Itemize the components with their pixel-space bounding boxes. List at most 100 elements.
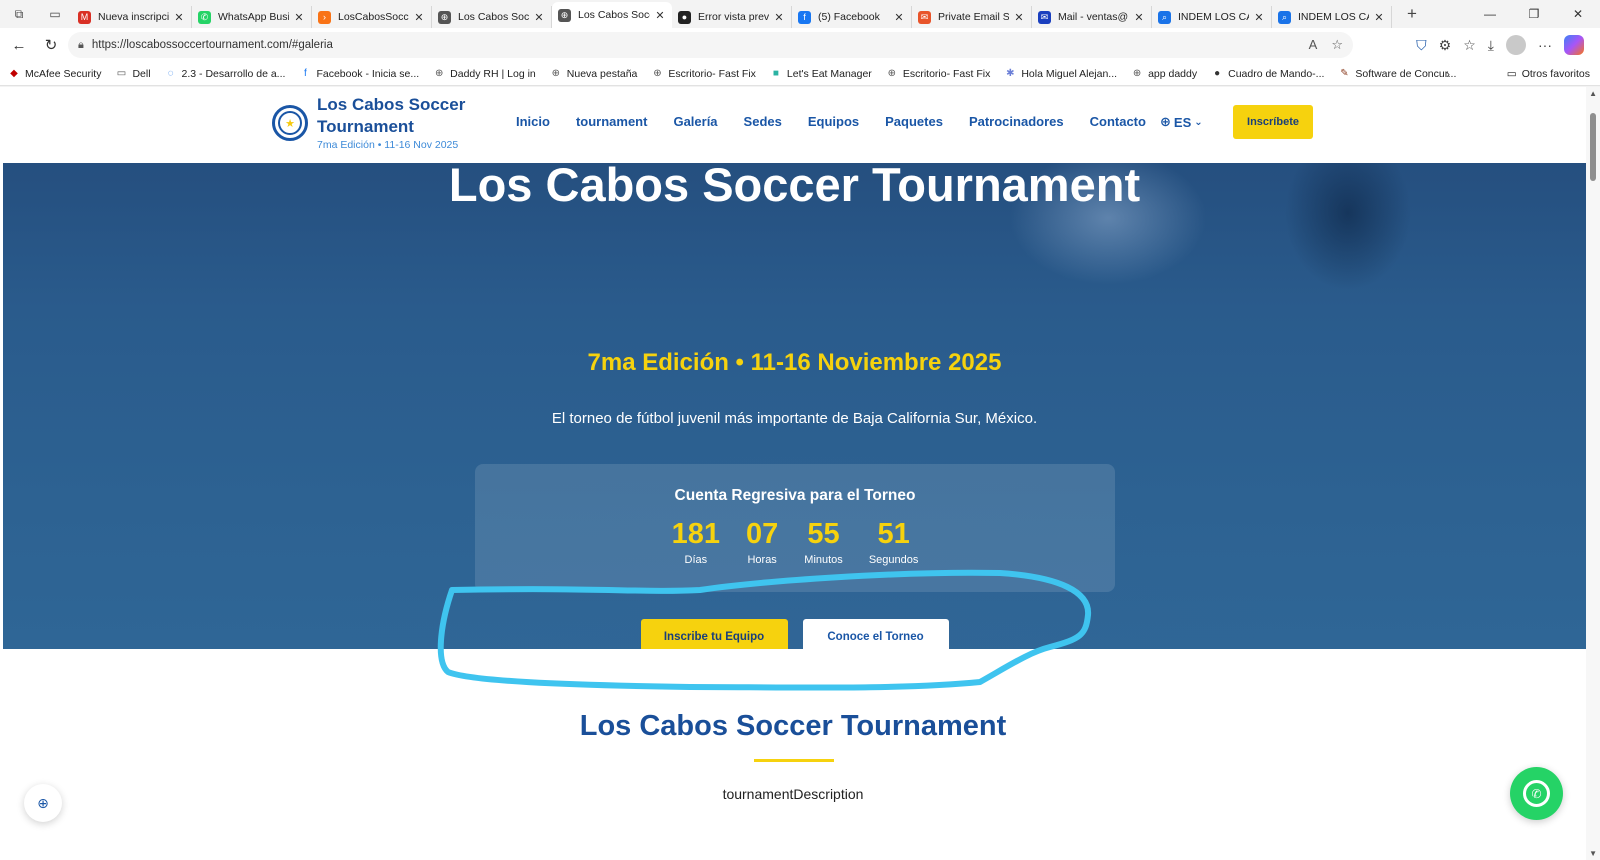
register-button[interactable]: Inscríbete <box>1233 105 1313 139</box>
favorites-icon[interactable]: ☆ <box>1463 37 1476 54</box>
ball-icon: ● <box>1214 68 1221 79</box>
countdown-seconds-value: 51 <box>877 518 910 550</box>
new-tab-button[interactable]: + <box>1400 3 1424 25</box>
favorite-item[interactable]: ◌ 2.3 - Desarrollo de a... <box>165 68 286 80</box>
hero-buttons: Inscribe tu Equipo Conoce el Torneo <box>3 619 1586 649</box>
workspaces-icon[interactable]: ⧉ <box>8 3 30 25</box>
hero-section: Los Cabos Soccer Tournament 7ma Edición … <box>3 163 1586 649</box>
favorite-item[interactable]: f Facebook - Inicia se... <box>299 68 419 80</box>
folder-icon: ▭ <box>1506 67 1517 80</box>
tab-item[interactable]: ⌕ INDEM LOS CAB ✕ <box>1152 6 1272 28</box>
close-icon[interactable]: ✕ <box>293 11 305 24</box>
window-controls: — ❐ ✕ <box>1468 0 1600 28</box>
language-float-button[interactable]: ⊕ <box>24 784 62 822</box>
downloads-icon[interactable]: ⤓ <box>1488 37 1494 54</box>
chevron-right-icon[interactable]: › <box>1446 67 1450 81</box>
close-icon[interactable]: ✕ <box>1253 11 1265 24</box>
nav-item-inicio[interactable]: Inicio <box>516 114 550 129</box>
globe-icon: ⊕ <box>887 68 896 79</box>
close-icon[interactable]: ✕ <box>893 11 905 24</box>
close-icon[interactable]: ✕ <box>654 9 666 22</box>
pencil-icon: ✎ <box>1340 68 1349 79</box>
facebook-icon: f <box>798 10 811 24</box>
site-header: ★ Los Cabos Soccer Tournament 7ma Edició… <box>0 87 1586 163</box>
close-icon[interactable]: ✕ <box>413 11 425 24</box>
scrollbar-thumb[interactable] <box>1590 113 1596 181</box>
tab-item[interactable]: ⌕ INDEM LOS CAB ✕ <box>1272 6 1392 28</box>
close-icon[interactable]: ✕ <box>173 11 185 24</box>
tab-item[interactable]: ⊕ Los Cabos Soccer ✕ <box>552 2 672 28</box>
favorite-item[interactable]: ✱ Hola Miguel Alejan... <box>1004 68 1117 80</box>
favorite-label: Software de Concur... <box>1355 67 1457 80</box>
nav-item-contacto[interactable]: Contacto <box>1090 114 1146 129</box>
favorite-item[interactable]: ◆ McAfee Security <box>8 68 101 80</box>
nav-item-tournament[interactable]: tournament <box>576 114 648 129</box>
nav-item-equipos[interactable]: Equipos <box>808 114 859 129</box>
favorite-label: Cuadro de Mando-... <box>1228 67 1325 80</box>
tab-actions-icon[interactable]: ▭ <box>44 3 66 25</box>
logo-icon[interactable]: ★ <box>272 105 308 141</box>
close-icon[interactable]: ✕ <box>1013 11 1025 24</box>
favorite-item[interactable]: ⊕ Nueva pestaña <box>550 68 638 80</box>
refresh-icon[interactable]: ↻ <box>38 32 64 58</box>
tab-label: Los Cabos Soccer <box>458 11 529 23</box>
copilot-icon[interactable] <box>1564 35 1584 55</box>
favorite-star-icon[interactable]: ☆ <box>1331 37 1343 53</box>
favorite-item[interactable]: ■ Let's Eat Manager <box>770 68 872 80</box>
favorite-item[interactable]: ● Cuadro de Mando-... <box>1211 68 1324 80</box>
favorite-item[interactable]: ⊕ Escritorio- Fast Fix <box>651 68 756 80</box>
puzzle-icon: ✱ <box>1006 68 1015 79</box>
close-icon[interactable]: ✕ <box>533 11 545 24</box>
tab-item[interactable]: ✆ WhatsApp Business ✕ <box>192 6 312 28</box>
whatsapp-button[interactable]: ✆ <box>1510 767 1563 820</box>
tab-item[interactable]: M Nueva inscripción ✕ <box>72 6 192 28</box>
countdown-seconds-label: Segundos <box>868 554 919 566</box>
globe-icon: ⊕ <box>653 68 662 79</box>
tab-item[interactable]: ✉ Mail - ventas@ ✕ <box>1032 6 1152 28</box>
page-scrollbar[interactable]: ▲ ▼ <box>1586 87 1600 860</box>
countdown-title: Cuenta Regresiva para el Torneo <box>674 487 916 504</box>
profile-avatar[interactable] <box>1506 35 1526 55</box>
tab-item[interactable]: › LosCabosSoccer ✕ <box>312 6 432 28</box>
close-icon[interactable]: ✕ <box>773 11 785 24</box>
learn-tournament-button[interactable]: Conoce el Torneo <box>802 619 949 649</box>
url-text[interactable]: https://loscabossoccertournament.com/#ga… <box>92 39 333 51</box>
scroll-up-icon[interactable]: ▲ <box>1589 89 1597 98</box>
app-icon: ■ <box>772 68 779 79</box>
lock-icon[interactable]: 🔒︎ <box>78 39 84 52</box>
favorite-item[interactable]: ⊕ Escritorio- Fast Fix <box>886 68 991 80</box>
favorite-item[interactable]: ⊕ Daddy RH | Log in <box>433 68 536 80</box>
nav-item-patrocinadores[interactable]: Patrocinadores <box>969 114 1064 129</box>
address-bar[interactable]: 🔒︎ https://loscabossoccertournament.com/… <box>68 32 1353 58</box>
back-icon[interactable]: ← <box>6 32 32 58</box>
favorite-item[interactable]: ▭ Dell <box>115 68 151 80</box>
countdown-hours-value: 07 <box>746 518 779 550</box>
other-favorites[interactable]: ▭ Otros favoritos <box>1507 68 1590 80</box>
shield-icon[interactable]: ⛉ <box>1416 37 1427 54</box>
nav-item-sedes[interactable]: Sedes <box>744 114 782 129</box>
tab-item[interactable]: ● Error vista previa ✕ <box>672 6 792 28</box>
tab-item[interactable]: ✉ Private Email Su ✕ <box>912 6 1032 28</box>
nav-item-paquetes[interactable]: Paquetes <box>885 114 943 129</box>
read-aloud-icon[interactable]: A <box>1309 37 1318 53</box>
minimize-icon[interactable]: — <box>1468 0 1512 28</box>
tab-item[interactable]: ⊕ Los Cabos Soccer ✕ <box>432 6 552 28</box>
scroll-down-icon[interactable]: ▼ <box>1589 849 1597 858</box>
language-selector[interactable]: ⊕ ES ⌄ <box>1160 114 1203 130</box>
nav-item-galeria[interactable]: Galería <box>673 114 717 129</box>
tab-label: WhatsApp Business <box>218 11 289 23</box>
gmail-icon: M <box>78 10 91 24</box>
extensions-icon[interactable]: ⚙ <box>1439 37 1452 54</box>
countdown-days-value: 181 <box>671 518 721 550</box>
favorite-item[interactable]: ✎ Software de Concur... <box>1338 68 1456 80</box>
tab-item[interactable]: f (5) Facebook ✕ <box>792 6 912 28</box>
register-team-button[interactable]: Inscribe tu Equipo <box>640 619 788 649</box>
section-divider <box>754 759 834 762</box>
restore-icon[interactable]: ❐ <box>1512 0 1556 28</box>
close-icon[interactable]: ✕ <box>1373 11 1385 24</box>
brand-title[interactable]: Los Cabos Soccer Tournament <box>317 94 487 138</box>
more-icon[interactable]: ··· <box>1538 37 1552 53</box>
close-window-icon[interactable]: ✕ <box>1556 0 1600 28</box>
close-icon[interactable]: ✕ <box>1133 11 1145 24</box>
favorite-item[interactable]: ⊕ app daddy <box>1131 68 1197 80</box>
